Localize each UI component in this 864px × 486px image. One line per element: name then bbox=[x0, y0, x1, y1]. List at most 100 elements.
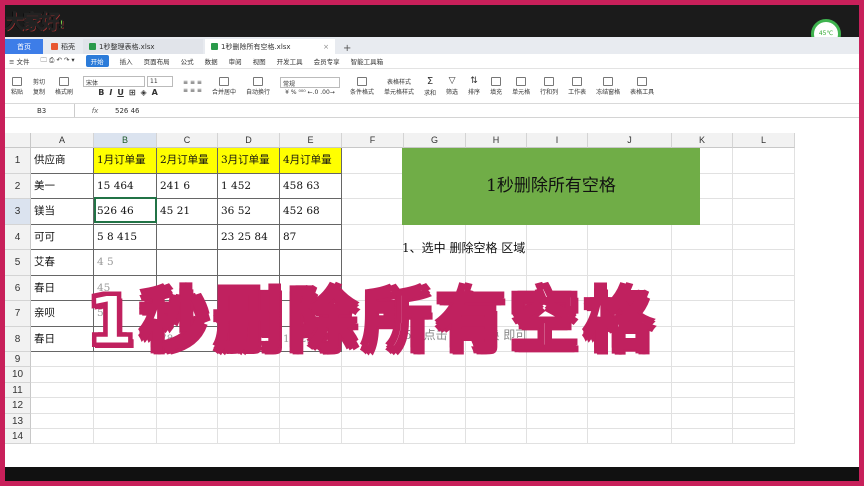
cell-l14[interactable] bbox=[733, 429, 795, 445]
cell-j13[interactable] bbox=[588, 413, 672, 429]
cell-c14[interactable] bbox=[157, 429, 218, 445]
sheet-button[interactable]: 工作表 bbox=[566, 76, 588, 96]
cell-a14[interactable] bbox=[31, 429, 94, 445]
menu-item[interactable]: 页面布局 bbox=[144, 56, 170, 66]
cell-a3[interactable]: 镁当 bbox=[31, 199, 94, 225]
align-icons[interactable]: ≡ ≡ ≡ bbox=[183, 79, 202, 86]
cell-l13[interactable] bbox=[733, 413, 795, 429]
cell-b14[interactable] bbox=[94, 429, 157, 445]
cell-i13[interactable] bbox=[527, 413, 588, 429]
cell-c4[interactable] bbox=[157, 224, 218, 250]
cell-g10[interactable] bbox=[404, 367, 466, 383]
cell-a12[interactable] bbox=[31, 398, 94, 414]
merge-button[interactable]: 合并居中 bbox=[210, 76, 238, 96]
cell-i4[interactable] bbox=[527, 224, 588, 250]
number-format-icons[interactable]: ¥ % ⁰⁰⁰ ←.0 .00→ bbox=[285, 89, 335, 96]
cell-i10[interactable] bbox=[527, 367, 588, 383]
cell-b12[interactable] bbox=[94, 398, 157, 414]
cell-a13[interactable] bbox=[31, 413, 94, 429]
row-header-13[interactable]: 13 bbox=[5, 413, 31, 429]
cell-b2[interactable]: 15 464 bbox=[94, 173, 157, 199]
cell-b4[interactable]: 5 8 415 bbox=[94, 224, 157, 250]
cell-f11[interactable] bbox=[342, 382, 404, 399]
cut-button[interactable]: 剪切 bbox=[33, 77, 45, 86]
column-header-a[interactable]: A bbox=[31, 133, 94, 148]
cell-h10[interactable] bbox=[466, 367, 527, 383]
conditional-format-button[interactable]: 条件格式 bbox=[348, 76, 376, 96]
font-color-icon[interactable]: A bbox=[152, 88, 158, 97]
menu-start[interactable]: 开始 bbox=[85, 55, 109, 67]
cell-a8[interactable]: 春日 bbox=[31, 326, 94, 352]
cell-k12[interactable] bbox=[672, 398, 733, 414]
cell-k13[interactable] bbox=[672, 413, 733, 429]
cell-j14[interactable] bbox=[588, 429, 672, 445]
cell-d3[interactable]: 36 52 bbox=[218, 199, 280, 225]
cell-f4[interactable] bbox=[342, 224, 404, 250]
cell-i14[interactable] bbox=[527, 429, 588, 445]
cell-k6[interactable] bbox=[672, 275, 733, 301]
filter-button[interactable]: ▽ 筛选 bbox=[444, 76, 460, 96]
cell-g13[interactable] bbox=[404, 413, 466, 429]
number-format-select[interactable]: 常规 bbox=[279, 76, 340, 88]
cell-e10[interactable] bbox=[280, 367, 342, 383]
cell-b1[interactable]: 1月订单量 bbox=[94, 148, 157, 174]
cell-d14[interactable] bbox=[218, 429, 280, 445]
cell-c1[interactable]: 2月订单量 bbox=[157, 148, 218, 174]
cell-a6[interactable]: 春日 bbox=[31, 275, 94, 301]
cell-f10[interactable] bbox=[342, 367, 404, 383]
cell-f3[interactable] bbox=[342, 199, 404, 225]
column-header-b[interactable]: B bbox=[94, 133, 157, 148]
cell-f14[interactable] bbox=[342, 429, 404, 445]
cell-button[interactable]: 单元格 bbox=[510, 76, 532, 96]
cell-k14[interactable] bbox=[672, 429, 733, 445]
row-header-5[interactable]: 5 bbox=[5, 250, 31, 276]
cell-a7[interactable]: 亲呗 bbox=[31, 301, 94, 327]
cell-k8[interactable] bbox=[672, 326, 733, 352]
menu-file[interactable]: ≡ 文件 bbox=[9, 56, 30, 66]
wrap-button[interactable]: 自动换行 bbox=[244, 76, 272, 96]
cell-e2[interactable]: 458 63 bbox=[280, 173, 342, 199]
font-size-select[interactable]: 11 bbox=[147, 75, 174, 87]
column-header-d[interactable]: D bbox=[218, 133, 280, 148]
tab-file-1[interactable]: 1秒整理表格.xlsx bbox=[83, 39, 203, 54]
cell-a11[interactable] bbox=[31, 382, 94, 399]
italic-button[interactable]: I bbox=[109, 88, 112, 97]
cell-d10[interactable] bbox=[218, 367, 280, 383]
align-icons-2[interactable]: ≡ ≡ ≡ bbox=[183, 87, 202, 94]
copy-button[interactable]: 复制 bbox=[33, 87, 45, 96]
row-header-11[interactable]: 11 bbox=[5, 382, 31, 399]
row-header-1[interactable]: 1 bbox=[5, 148, 31, 174]
cell-l5[interactable] bbox=[733, 250, 795, 276]
cell-e1[interactable]: 4月订单量 bbox=[280, 148, 342, 174]
cell-a5[interactable]: 艾春 bbox=[31, 250, 94, 276]
cell-l4[interactable] bbox=[733, 224, 795, 250]
cell-l3[interactable] bbox=[733, 199, 795, 225]
cell-a10[interactable] bbox=[31, 367, 94, 383]
formula-input[interactable]: 526 46 bbox=[115, 107, 140, 115]
cell-f13[interactable] bbox=[342, 413, 404, 429]
row-header-6[interactable]: 6 bbox=[5, 275, 31, 301]
cell-e3[interactable]: 452 68 bbox=[280, 199, 342, 225]
column-header-k[interactable]: K bbox=[672, 133, 733, 148]
cell-h12[interactable] bbox=[466, 398, 527, 414]
cell-l10[interactable] bbox=[733, 367, 795, 383]
cell-e14[interactable] bbox=[280, 429, 342, 445]
cell-j4[interactable] bbox=[588, 224, 672, 250]
cell-d12[interactable] bbox=[218, 398, 280, 414]
cell-l9[interactable] bbox=[733, 352, 795, 368]
menu-item[interactable]: 视图 bbox=[253, 56, 266, 66]
cell-b11[interactable] bbox=[94, 382, 157, 399]
name-box[interactable]: B3 bbox=[5, 104, 75, 117]
cell-a9[interactable] bbox=[31, 352, 94, 368]
row-header-4[interactable]: 4 bbox=[5, 224, 31, 250]
menu-item[interactable]: 数据 bbox=[205, 56, 218, 66]
menu-item[interactable]: 智能工具箱 bbox=[351, 56, 384, 66]
cell-k5[interactable] bbox=[672, 250, 733, 276]
cell-c3[interactable]: 45 21 bbox=[157, 199, 218, 225]
row-header-14[interactable]: 14 bbox=[5, 429, 31, 445]
cell-c12[interactable] bbox=[157, 398, 218, 414]
freeze-button[interactable]: 冻结窗格 bbox=[594, 76, 622, 96]
cell-h14[interactable] bbox=[466, 429, 527, 445]
cell-b3[interactable]: 526 46 bbox=[94, 199, 157, 225]
cell-j12[interactable] bbox=[588, 398, 672, 414]
